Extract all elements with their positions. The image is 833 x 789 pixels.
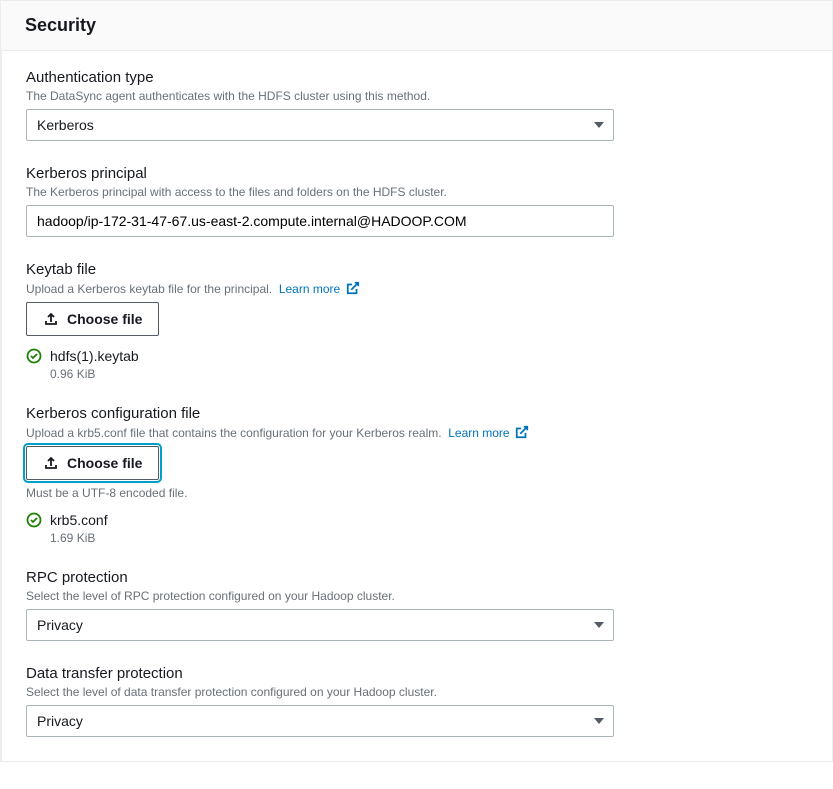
transfer-field: Data transfer protection Select the leve… xyxy=(26,665,808,737)
chevron-down-icon xyxy=(594,622,604,628)
keytab-label: Keytab file xyxy=(26,261,808,278)
panel-title: Security xyxy=(25,15,808,36)
krb5-learn-more-link[interactable]: Learn more xyxy=(448,426,529,440)
success-check-icon xyxy=(26,512,42,528)
external-link-icon xyxy=(346,281,360,295)
transfer-label: Data transfer protection xyxy=(26,665,808,682)
upload-icon xyxy=(43,311,59,327)
krb5-field: Kerberos configuration file Upload a krb… xyxy=(26,405,808,545)
rpc-desc: Select the level of RPC protection confi… xyxy=(26,589,808,603)
keytab-learn-more-link[interactable]: Learn more xyxy=(279,282,360,296)
choose-file-label: Choose file xyxy=(67,455,142,471)
rpc-label: RPC protection xyxy=(26,569,808,586)
choose-file-label: Choose file xyxy=(67,311,142,327)
krb5-hint: Must be a UTF-8 encoded file. xyxy=(26,486,808,500)
krb5-choose-file-button[interactable]: Choose file xyxy=(26,446,159,480)
auth-type-label: Authentication type xyxy=(26,69,808,86)
auth-type-value: Kerberos xyxy=(37,117,94,133)
krb5-file-row: krb5.conf xyxy=(26,512,808,528)
rpc-select[interactable]: Privacy xyxy=(26,609,614,641)
krb5-file-name: krb5.conf xyxy=(50,512,108,528)
principal-input[interactable] xyxy=(26,205,614,237)
auth-type-select[interactable]: Kerberos xyxy=(26,109,614,141)
panel-body: Authentication type The DataSync agent a… xyxy=(1,51,832,761)
auth-type-desc: The DataSync agent authenticates with th… xyxy=(26,89,808,103)
principal-desc: The Kerberos principal with access to th… xyxy=(26,185,808,199)
upload-icon xyxy=(43,455,59,471)
auth-type-field: Authentication type The DataSync agent a… xyxy=(26,69,808,141)
keytab-file-name: hdfs(1).keytab xyxy=(50,348,139,364)
principal-field: Kerberos principal The Kerberos principa… xyxy=(26,165,808,237)
transfer-select[interactable]: Privacy xyxy=(26,705,614,737)
panel-header: Security xyxy=(1,1,832,51)
keytab-choose-file-button[interactable]: Choose file xyxy=(26,302,159,336)
transfer-desc: Select the level of data transfer protec… xyxy=(26,685,808,699)
krb5-file-size: 1.69 KiB xyxy=(50,531,808,545)
external-link-icon xyxy=(515,425,529,439)
rpc-field: RPC protection Select the level of RPC p… xyxy=(26,569,808,641)
krb5-desc: Upload a krb5.conf file that contains th… xyxy=(26,425,808,440)
chevron-down-icon xyxy=(594,122,604,128)
transfer-value: Privacy xyxy=(37,713,83,729)
rpc-value: Privacy xyxy=(37,617,83,633)
keytab-file-size: 0.96 KiB xyxy=(50,367,808,381)
keytab-field: Keytab file Upload a Kerberos keytab fil… xyxy=(26,261,808,381)
principal-label: Kerberos principal xyxy=(26,165,808,182)
keytab-desc: Upload a Kerberos keytab file for the pr… xyxy=(26,281,808,296)
success-check-icon xyxy=(26,348,42,364)
security-panel: Security Authentication type The DataSyn… xyxy=(0,0,833,762)
keytab-file-row: hdfs(1).keytab xyxy=(26,348,808,364)
chevron-down-icon xyxy=(594,718,604,724)
krb5-label: Kerberos configuration file xyxy=(26,405,808,422)
